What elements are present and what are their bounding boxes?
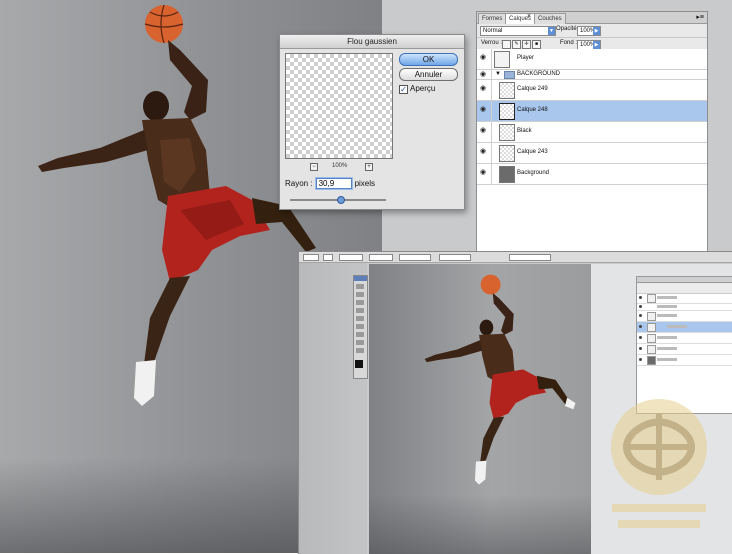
layer-name: Calque 249 — [517, 86, 548, 92]
blend-mode-select[interactable]: Normal ▼ — [480, 26, 556, 36]
layer-row-black[interactable]: ◉ Black — [477, 122, 707, 143]
radius-slider[interactable] — [290, 196, 386, 204]
lock-position-icon[interactable]: ✛ — [522, 40, 531, 49]
panel-menu-icon[interactable]: ▸≡ — [696, 13, 704, 21]
opacity-label: Opacité — [556, 26, 577, 32]
zoom-level: 100% — [332, 163, 348, 169]
inset-player-figure-image — [424, 274, 576, 485]
layer-row-player[interactable]: ◉ Player — [477, 49, 707, 70]
layer-name: Calque 243 — [517, 149, 548, 155]
layer-row-calque-243[interactable]: ◉ Calque 243 — [477, 143, 707, 164]
gaussian-blur-dialog: Flou gaussien − 100% + OK Annuler ✓ Aperç… — [279, 34, 465, 210]
layer-row-calque-248[interactable]: ◉ Calque 248 — [477, 101, 707, 122]
eye-icon[interactable]: ◉ — [480, 71, 488, 78]
layer-group-background[interactable]: ◉ ▼ BACKGROUND — [477, 70, 707, 80]
layer-name: Player — [517, 55, 535, 61]
radius-input[interactable] — [315, 178, 352, 189]
layer-name: Black — [517, 128, 532, 134]
chevron-right-icon: ▶ — [593, 27, 600, 35]
folder-icon — [504, 71, 515, 79]
layer-name: BACKGROUND — [517, 71, 561, 77]
eye-icon[interactable]: ◉ — [480, 169, 488, 176]
chevron-right-icon: ▶ — [593, 41, 600, 49]
layer-thumbnail — [494, 51, 510, 68]
triangle-down-icon[interactable]: ▼ — [495, 71, 501, 77]
ok-button[interactable]: OK — [399, 53, 458, 66]
eye-icon[interactable]: ◉ — [480, 54, 488, 61]
cancel-button[interactable]: Annuler — [399, 68, 458, 81]
eye-icon[interactable]: ◉ — [480, 148, 488, 155]
tab-couches[interactable]: Couches — [534, 13, 566, 24]
radius-slider-knob[interactable] — [337, 196, 345, 204]
lock-all-icon[interactable]: ■ — [532, 40, 541, 49]
eye-icon[interactable]: ◉ — [480, 127, 488, 134]
zoom-in-button[interactable]: + — [365, 163, 373, 171]
layer-thumbnail — [499, 103, 515, 120]
layer-thumbnail — [499, 124, 515, 141]
blend-mode-value: Normal — [483, 28, 503, 34]
radius-unit: pixels — [354, 179, 376, 188]
fill-label: Fond : — [560, 40, 578, 46]
preview-checkbox[interactable]: ✓ Aperçu — [399, 84, 435, 94]
layer-row-calque-249[interactable]: ◉ Calque 249 — [477, 80, 707, 101]
lock-pixels-icon[interactable]: ✎ — [512, 40, 521, 49]
blend-row: Normal ▼ Opacité 100% ▶ — [477, 24, 707, 38]
tab-formes[interactable]: Formes — [478, 13, 507, 24]
preview-zoom-controls: − 100% + — [310, 163, 380, 171]
eye-icon[interactable]: ◉ — [480, 106, 488, 113]
panel-tabs: Formes Calques × Couches ▸≡ — [477, 12, 707, 24]
eye-icon[interactable]: ◉ — [480, 85, 488, 92]
layer-row-background[interactable]: ◉ Background — [477, 164, 707, 185]
blur-preview-area[interactable] — [285, 53, 393, 159]
layer-thumbnail — [499, 145, 515, 162]
lock-transparency-icon[interactable] — [502, 40, 511, 49]
dialog-title: Flou gaussien — [280, 35, 464, 49]
layer-thumbnail — [499, 166, 515, 183]
layers-panel: Formes Calques × Couches ▸≡ Normal ▼ Opac… — [476, 11, 708, 253]
layer-name: Background — [517, 170, 550, 176]
watermark-seal-logo — [611, 399, 707, 528]
layer-name: Calque 248 — [517, 107, 548, 113]
zoom-out-button[interactable]: − — [310, 163, 318, 171]
inset-options-bar — [299, 252, 732, 263]
inset-toolbox — [353, 275, 368, 379]
checkmark-icon[interactable]: ✓ — [399, 85, 408, 94]
lock-label: Verrou : — [481, 40, 503, 46]
layer-thumbnail — [499, 82, 515, 99]
radius-label: Rayon : — [285, 179, 313, 188]
chevron-down-icon: ▼ — [548, 27, 555, 35]
opacity-field[interactable]: 100% ▶ — [577, 26, 601, 36]
radius-row: Rayon : pixels — [285, 178, 375, 189]
close-tab-icon[interactable]: × — [525, 13, 533, 21]
preview-label: Aperçu — [410, 84, 436, 93]
